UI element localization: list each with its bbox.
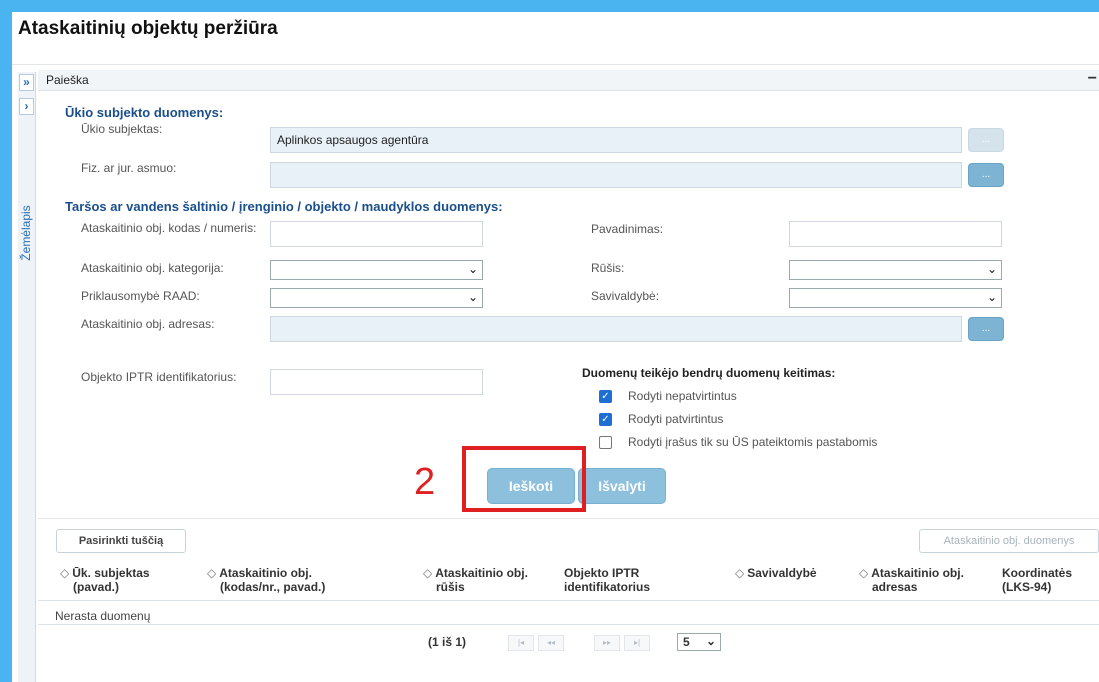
show-confirmed-option[interactable]: ✓ Rodyti patvirtintus <box>599 411 723 427</box>
show-remarks-only-checkbox[interactable] <box>599 435 612 449</box>
sort-icon: ◇ <box>207 566 217 580</box>
column-header-object[interactable]: ◇ Ataskaitinio obj. (kodas/nr., pavad.) <box>207 566 325 594</box>
chevron-down-icon: ⌄ <box>705 634 716 648</box>
no-data-message: Nerasta duomenų <box>55 609 151 623</box>
subject-section-heading: Ūkio subjekto duomenys: <box>65 105 224 120</box>
show-remarks-only-label: Rodyti įrašus tik su ŪS pateiktomis past… <box>628 435 878 449</box>
person-field[interactable] <box>270 162 962 188</box>
object-code-input[interactable] <box>270 221 483 247</box>
chevron-down-icon: ⌄ <box>467 290 478 304</box>
app-window: Ataskaitinių objektų peržiūra » › Žemėla… <box>12 12 1099 682</box>
provider-changes-heading: Duomenų teikėjo bendrų duomenų keitimas: <box>582 366 836 380</box>
page-size-value: 5 <box>683 635 690 649</box>
object-code-label: Ataskaitinio obj. kodas / numeris: <box>81 221 257 235</box>
subject-field[interactable]: Aplinkos apsaugos agentūra <box>270 127 962 153</box>
subject-picker-button[interactable]: ... <box>968 128 1004 152</box>
municipality-select[interactable]: ⌄ <box>789 288 1002 308</box>
sort-icon: ◇ <box>60 566 70 580</box>
page-title: Ataskaitinių objektų peržiūra <box>18 18 278 39</box>
table-row-divider <box>38 624 1099 625</box>
column-header-municipality[interactable]: ◇ Savivaldybė <box>735 566 817 580</box>
results-divider <box>38 518 1099 519</box>
show-confirmed-checkbox[interactable]: ✓ <box>599 412 612 426</box>
show-confirmed-label: Rodyti patvirtintus <box>628 412 724 426</box>
choose-empty-button[interactable]: Pasirinkti tuščią <box>56 529 186 553</box>
chevron-down-icon: ⌄ <box>986 262 997 276</box>
expand-panel-icon[interactable]: » <box>19 74 34 91</box>
check-icon: ✓ <box>601 413 610 425</box>
column-header-iptr: Objekto IPTR identifikatorius <box>564 566 651 594</box>
table-header-divider <box>38 600 1099 601</box>
map-tab-label: Žemėlapis <box>19 205 33 261</box>
clear-button[interactable]: Išvalyti <box>578 468 666 504</box>
chevron-right-icon[interactable]: › <box>19 98 34 115</box>
category-label: Ataskaitinio obj. kategorija: <box>81 261 224 275</box>
annotation-step-number: 2 <box>414 461 436 503</box>
check-icon: ✓ <box>601 390 610 402</box>
sort-icon: ◇ <box>859 566 869 580</box>
map-tab[interactable]: Žemėlapis <box>18 194 35 274</box>
show-unconfirmed-checkbox[interactable]: ✓ <box>599 389 612 403</box>
show-remarks-only-option[interactable]: Rodyti įrašus tik su ŪS pateiktomis past… <box>599 434 877 450</box>
title-divider <box>12 64 1099 65</box>
first-page-icon[interactable]: |◂ <box>508 635 534 651</box>
address-picker-button[interactable]: ... <box>968 317 1004 341</box>
page-size-select[interactable]: 5 ⌄ <box>677 633 721 651</box>
search-panel-header: Paieška − <box>38 70 1099 91</box>
object-name-input[interactable] <box>789 221 1002 247</box>
pagination-summary: (1 iš 1) <box>428 635 467 649</box>
category-select[interactable]: ⌄ <box>270 260 483 280</box>
object-name-label: Pavadinimas: <box>591 222 664 236</box>
type-label: Rūšis: <box>591 261 625 275</box>
iptr-input[interactable] <box>270 369 483 395</box>
last-page-icon[interactable]: ▸| <box>624 635 650 651</box>
iptr-label: Objekto IPTR identifikatorius: <box>81 370 237 384</box>
person-picker-button[interactable]: ... <box>968 163 1004 187</box>
address-label: Ataskaitinio obj. adresas: <box>81 317 215 331</box>
previous-page-icon[interactable]: ◂◂ <box>538 635 564 651</box>
column-header-subject[interactable]: ◇ Ūk. subjektas (pavad.) <box>60 566 150 594</box>
chevron-down-icon: ⌄ <box>467 262 478 276</box>
sort-icon: ◇ <box>423 566 433 580</box>
sort-icon: ◇ <box>735 566 745 580</box>
person-label: Fiz. ar jur. asmuo: <box>81 161 177 175</box>
column-header-type[interactable]: ◇ Ataskaitinio obj. rūšis <box>423 566 528 594</box>
column-header-coordinates: Koordinatės (LKS-94) <box>1002 566 1073 594</box>
raad-select[interactable]: ⌄ <box>270 288 483 308</box>
next-page-icon[interactable]: ▸▸ <box>594 635 620 651</box>
subject-label: Ūkio subjektas: <box>81 122 163 136</box>
column-header-address[interactable]: ◇ Ataskaitinio obj. adresas <box>859 566 964 594</box>
search-panel-title: Paieška <box>46 73 89 87</box>
raad-label: Priklausomybė RAAD: <box>81 289 200 303</box>
show-unconfirmed-label: Rodyti nepatvirtintus <box>628 389 737 403</box>
show-unconfirmed-option[interactable]: ✓ Rodyti nepatvirtintus <box>599 388 737 404</box>
address-field[interactable] <box>270 316 962 342</box>
chevron-down-icon: ⌄ <box>986 290 997 304</box>
source-section-heading: Taršos ar vandens šaltinio / įrenginio /… <box>65 199 503 214</box>
left-side-strip: » › Žemėlapis <box>18 72 36 682</box>
annotation-highlight-box <box>462 446 586 512</box>
object-data-button[interactable]: Ataskaitinio obj. duomenys <box>919 529 1099 553</box>
municipality-label: Savivaldybė: <box>591 289 660 303</box>
type-select[interactable]: ⌄ <box>789 260 1002 280</box>
collapse-icon[interactable]: − <box>1088 70 1097 88</box>
